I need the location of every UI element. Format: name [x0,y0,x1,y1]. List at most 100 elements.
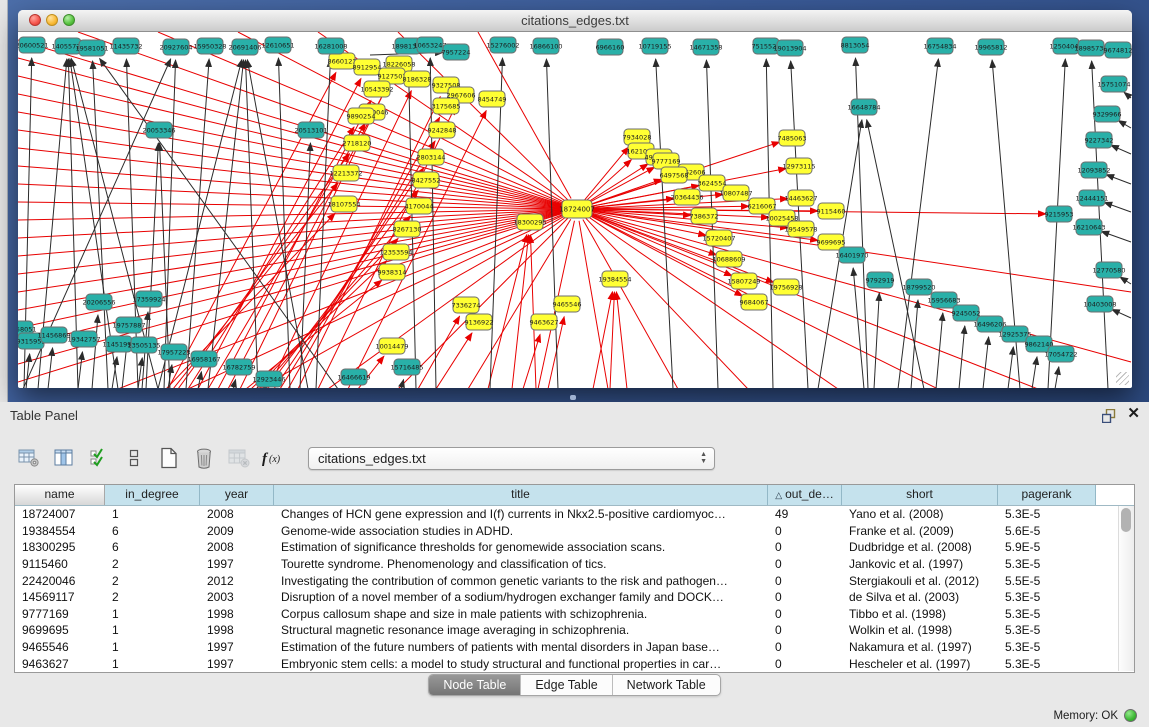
delete-table-button-disabled[interactable] [226,445,252,471]
citation-edge-black[interactable] [1104,202,1131,212]
citation-edge-black[interactable] [1118,121,1131,128]
citation-edge-red[interactable] [586,160,631,201]
citation-edge-red[interactable] [18,202,565,209]
tab-network-table[interactable]: Network Table [613,675,720,695]
citation-edge-black[interactable] [1112,309,1131,318]
table-row[interactable]: 977716911998Corpus callosum shape and si… [15,606,1118,623]
citation-edge-red[interactable] [118,213,566,388]
citation-edge-red[interactable] [583,219,678,388]
tab-edge-table[interactable]: Edge Table [521,675,612,695]
citation-edge-black[interactable] [898,59,938,388]
citation-edge-black[interactable] [1120,277,1131,284]
delete-rows-button[interactable] [191,445,217,471]
graph-node-label: 9674812 [1104,46,1132,54]
select-columns-button[interactable] [86,445,112,471]
citation-edge-black[interactable] [1106,175,1131,184]
citation-edge-black[interactable] [911,300,918,388]
citation-edge-red[interactable] [208,123,365,388]
citation-edge-red[interactable] [418,316,460,388]
citation-edge-red[interactable] [18,40,566,206]
window-titlebar[interactable]: citations_edges.txt [18,10,1132,32]
table-cell: Yano et al. (2008) [842,507,998,521]
citation-edge-black[interactable] [112,357,117,388]
table-row[interactable]: 1872400712008Changes of HCN gene express… [15,506,1118,523]
citation-edge-black[interactable] [164,60,176,388]
citation-edge-black[interactable] [92,315,98,388]
citation-edge-black[interactable] [278,58,290,388]
table-row[interactable]: 969969511998Structural magnetic resonanc… [15,622,1118,639]
citation-edge-black[interactable] [26,354,30,388]
citation-edge-black[interactable] [874,293,879,388]
citation-edge-black[interactable] [1055,367,1059,388]
resize-grip-icon[interactable] [1116,372,1129,385]
citation-edge-black[interactable] [959,326,965,388]
citation-edge-red[interactable] [398,218,569,388]
citation-edge-red[interactable] [610,292,614,388]
citation-network-graph[interactable]: 1872400786601238912954182260589127507105… [18,32,1132,388]
citation-edge-red[interactable] [579,221,608,388]
citation-edge-red[interactable] [18,184,565,208]
citation-edge-red[interactable] [530,235,536,388]
column-header-short[interactable]: short [842,485,998,505]
column-header-pagerank[interactable]: pagerank [998,485,1096,505]
citation-edge-red[interactable] [436,333,472,388]
tab-node-table[interactable]: Node Table [429,675,521,695]
citation-edge-red[interactable] [616,292,627,388]
citation-edge-black[interactable] [1124,92,1131,98]
citation-edge-black[interactable] [853,268,864,388]
table-cell: Tibbo et al. (1998) [842,607,998,621]
graph-node-label: 16401970 [835,251,868,259]
citation-edge-black[interactable] [233,380,236,388]
column-header-outde[interactable]: △out_de… [768,485,842,505]
splitter-handle[interactable] [570,395,576,400]
citation-edge-black[interactable] [138,358,142,388]
table-row[interactable]: 911546021997Tourette syndrome. Phenomeno… [15,556,1118,573]
graph-node-label: 9136922 [465,318,494,326]
column-header-title[interactable]: title [274,485,768,505]
table-settings-button[interactable] [16,445,42,471]
citation-edge-red[interactable] [18,58,565,206]
citation-edge-black[interactable] [48,348,53,388]
citation-edge-red[interactable] [488,235,527,388]
float-panel-icon[interactable] [1102,409,1117,423]
table-row[interactable]: 1830029562008Estimation of significance … [15,539,1118,556]
citation-edge-black[interactable] [936,313,943,388]
table-row[interactable]: 2242004622012Investigating the contribut… [15,572,1118,589]
table-row[interactable]: 1456911722003Disruption of a novel membe… [15,589,1118,606]
memory-status-indicator[interactable] [1124,709,1137,722]
graph-node-label: 12093852 [1077,166,1110,174]
citation-edge-red[interactable] [593,292,612,388]
table-scrollbar[interactable] [1118,506,1134,671]
citation-edge-red[interactable] [261,216,411,388]
scrollbar-thumb[interactable] [1121,508,1131,532]
show-columns-button[interactable] [51,445,77,471]
citation-edge-red[interactable] [18,94,565,207]
citation-edge-black[interactable] [1008,347,1013,388]
row-height-button[interactable] [121,445,147,471]
column-header-indegree[interactable]: in_degree [105,485,200,505]
table-row[interactable]: 1938455462009Genome-wide association stu… [15,523,1118,540]
column-header-year[interactable]: year [200,485,274,505]
graph-node-label: 14671358 [689,43,722,51]
citation-edge-red[interactable] [523,334,540,388]
close-panel-icon[interactable]: ✕ [1127,406,1140,422]
citation-edge-black[interactable] [1032,357,1037,388]
table-cell: 1 [105,623,200,637]
citation-edge-black[interactable] [316,59,330,388]
create-table-button[interactable] [156,445,182,471]
citation-edge-black[interactable] [186,59,209,388]
function-builder-button[interactable]: f (x) [261,445,287,471]
column-header-name[interactable]: name [15,485,105,505]
graph-node-label: 17957223 [157,348,190,356]
citation-edge-red[interactable] [585,147,629,200]
table-selector-dropdown[interactable]: citations_edges.txt ▲▼ [308,447,715,470]
citation-edge-black[interactable] [1101,231,1131,242]
table-row[interactable]: 946362711997Embryonic stem cells: a mode… [15,655,1118,672]
citation-edge-black[interactable] [1111,145,1131,154]
citation-edge-black[interactable] [158,60,242,388]
citation-edge-black[interactable] [983,337,989,388]
network-canvas[interactable]: 1872400786601238912954182260589127507105… [18,32,1132,388]
graph-node-label: 7386372 [690,212,719,220]
table-row[interactable]: 946554611997Estimation of the future num… [15,639,1118,656]
citation-edge-black[interactable] [78,352,82,388]
